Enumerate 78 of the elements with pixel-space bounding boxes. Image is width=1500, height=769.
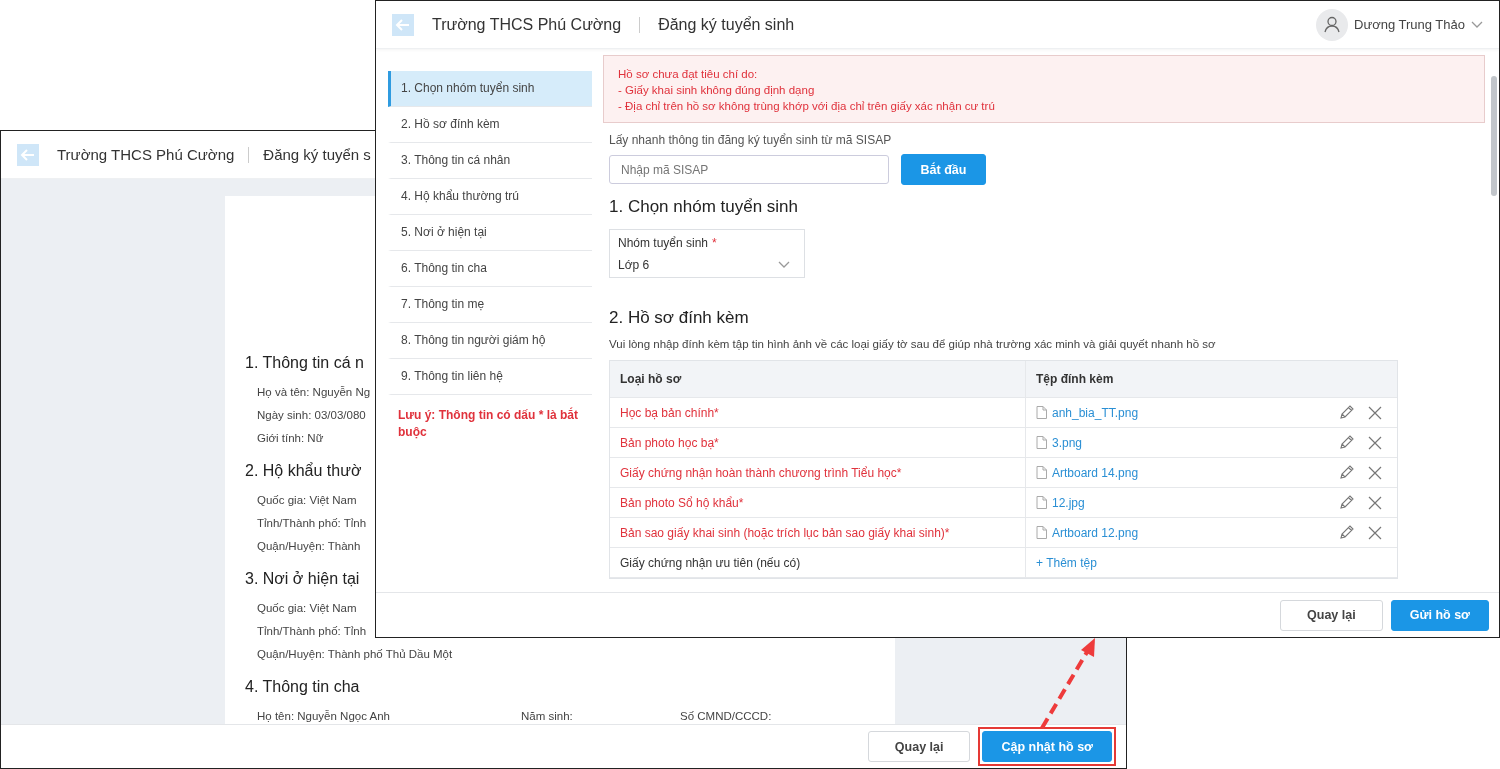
section-heading: 1. Chọn nhóm tuyển sinh	[609, 197, 799, 217]
sidebar-item[interactable]: 8. Thông tin người giám hộ	[388, 323, 592, 359]
field-label: Lấy nhanh thông tin đăng ký tuyển sinh từ mã SISAP	[609, 133, 893, 147]
info-text: Quận/Huyện: Thành	[257, 539, 361, 554]
field-label: Nhóm tuyển sinh	[618, 236, 709, 250]
file-link[interactable]: anh_bia_TT.png	[1052, 405, 1139, 420]
table-cell: Bản photo Sổ hộ khẩu*	[610, 488, 1026, 517]
close-icon[interactable]	[1367, 404, 1383, 421]
pencil-icon[interactable]	[1338, 464, 1354, 481]
file-icon	[1036, 436, 1047, 449]
info-text: Quốc gia: Việt Nam	[257, 601, 357, 616]
chevron-down-icon	[778, 261, 790, 269]
table-cell: Giấy chứng nhận ưu tiên (nếu có)	[610, 548, 1026, 577]
close-icon[interactable]	[1367, 524, 1383, 541]
table-cell: Giấy chứng nhận hoàn thành chương trình Tiểu học*	[610, 458, 1026, 487]
sisap-input-field[interactable]: Nhập mã SISAP	[609, 155, 889, 184]
sidebar-item[interactable]: 7. Thông tin mẹ	[388, 287, 592, 323]
file-link[interactable]: Artboard 12.png	[1052, 525, 1139, 540]
info-text: Giới tính: Nữ	[257, 431, 324, 446]
info-text: Tỉnh/Thành phố: Tỉnh	[257, 516, 367, 531]
alert-text: - Giấy khai sinh không đúng định dạng	[618, 83, 816, 98]
file-icon	[1036, 496, 1047, 509]
chevron-down-icon[interactable]	[1471, 20, 1483, 29]
back-button[interactable]: Quay lại	[867, 731, 971, 762]
description-text: Vui lòng nhập đính kèm tập tin hình ảnh về các loại giấy tờ sau để giúp nhà trường xác minh và giải quyết nhanh hồ sơ	[609, 338, 1217, 350]
pencil-icon[interactable]	[1338, 404, 1354, 421]
page-title: Đăng ký tuyển sinh	[658, 15, 795, 34]
close-icon[interactable]	[1367, 464, 1383, 481]
info-text: Tỉnh/Thành phố: Tỉnh	[257, 624, 367, 639]
add-file-link[interactable]: + Thêm tệp	[1036, 555, 1097, 570]
close-icon[interactable]	[1367, 434, 1383, 451]
required-note: Lưu ý: Thông tin có dấu * là bắt buộc	[397, 406, 580, 441]
avatar-icon[interactable]	[1316, 8, 1349, 41]
info-text: Quận/Huyện: Thành phố Thủ Dầu Một	[257, 647, 453, 662]
school-name: Trường THCS Phú Cường	[432, 15, 622, 34]
pencil-icon[interactable]	[1338, 434, 1354, 451]
file-icon	[1036, 526, 1047, 539]
sidebar-item[interactable]: 2. Hồ sơ đính kèm	[388, 107, 592, 143]
info-text: Số CMND/CCCD:	[680, 709, 772, 724]
column-header: Loại hồ sơ	[610, 361, 1026, 397]
user-name[interactable]: Dương Trung Thảo	[1354, 17, 1465, 32]
pencil-icon[interactable]	[1338, 524, 1354, 541]
back-button[interactable]: Quay lại	[1280, 599, 1383, 631]
info-text: Ngày sinh: 03/03/080	[257, 408, 366, 423]
sidebar-item[interactable]: 3. Thông tin cá nhân	[388, 143, 592, 179]
file-link[interactable]: Artboard 14.png	[1052, 465, 1139, 480]
section-heading: 2. Hộ khẩu thườ	[245, 461, 362, 480]
table-cell: Bản sao giấy khai sinh (hoặc trích lục bản sao giấy khai sinh)*	[610, 518, 1026, 547]
table-cell: Bản photo học bạ*	[610, 428, 1026, 457]
alert-text: - Địa chỉ trên hồ sơ không trùng khớp với địa chỉ trên giấy xác nhận cư trú	[618, 99, 996, 114]
alert-text: Hồ sơ chưa đạt tiêu chí do:	[618, 67, 759, 82]
info-text: Họ và tên: Nguyễn Ng	[257, 385, 371, 400]
sidebar-item[interactable]: 4. Hộ khẩu thường trú	[388, 179, 592, 215]
section-heading: 2. Hồ sơ đính kèm	[609, 308, 750, 328]
file-icon	[1036, 406, 1047, 419]
pencil-icon[interactable]	[1338, 494, 1354, 511]
scrollbar[interactable]	[1491, 76, 1497, 196]
file-icon	[1036, 466, 1047, 479]
info-text: Quốc gia: Việt Nam	[257, 493, 357, 508]
required-mark: *	[712, 236, 717, 250]
school-name: Trường THCS Phú Cường	[57, 146, 235, 163]
section-heading: 4. Thông tin cha	[245, 677, 360, 696]
file-link[interactable]: 12.jpg	[1052, 495, 1085, 510]
section-heading: 3. Nơi ở hiện tại	[245, 569, 360, 588]
sidebar-item[interactable]: 5. Nơi ở hiện tại	[388, 215, 592, 251]
sidebar-item[interactable]: 1. Chọn nhóm tuyển sinh	[388, 71, 592, 107]
info-text: Năm sinh:	[521, 709, 573, 724]
table-cell: Học bạ bản chính*	[610, 398, 1026, 427]
select-value: Lớp 6	[618, 258, 650, 272]
page-title: Đăng ký tuyển s	[263, 146, 371, 163]
column-header: Tệp đính kèm	[1035, 371, 1115, 388]
sidebar-item[interactable]: 9. Thông tin liên hệ	[388, 359, 592, 395]
sidebar-item[interactable]: 6. Thông tin cha	[388, 251, 592, 287]
group-select[interactable]: Nhóm tuyển sinh * Lớp 6	[609, 229, 805, 278]
close-icon[interactable]	[1367, 494, 1383, 511]
file-link[interactable]: 3.png	[1052, 435, 1083, 450]
section-heading: 1. Thông tin cá n	[245, 353, 364, 372]
info-text: Họ tên: Nguyễn Ngọc Anh	[257, 709, 390, 724]
